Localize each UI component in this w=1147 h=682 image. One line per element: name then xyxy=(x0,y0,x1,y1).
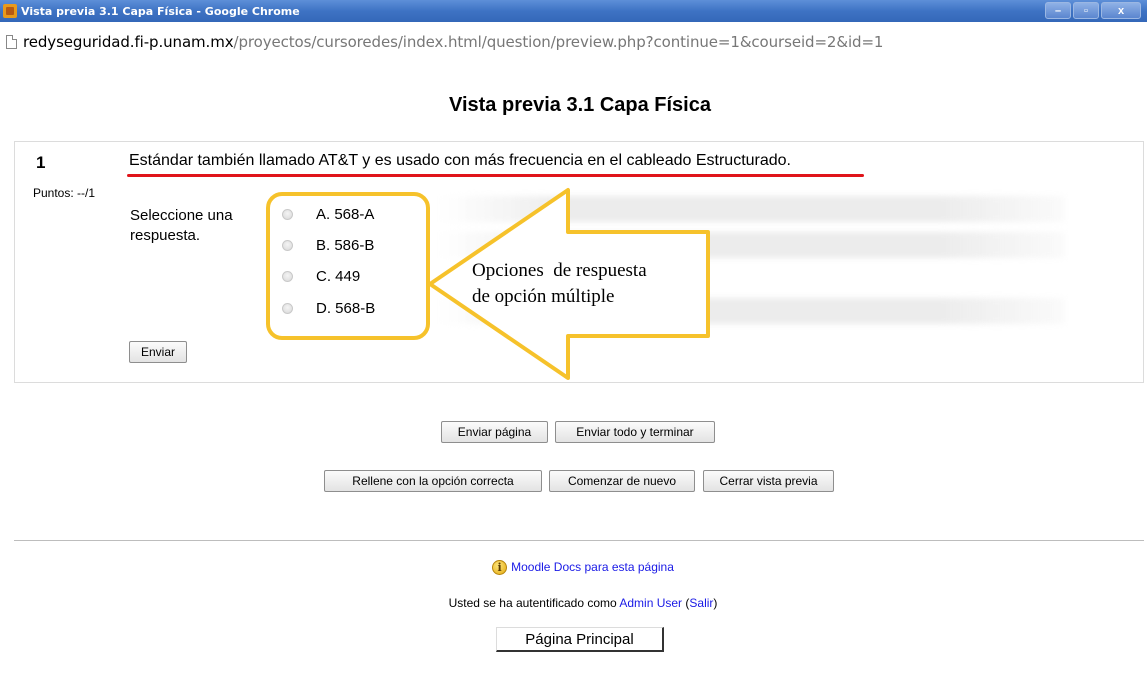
user-link[interactable]: Admin User xyxy=(619,596,682,610)
submit-answer-button[interactable]: Enviar xyxy=(129,341,187,363)
main-page-button[interactable]: Página Principal xyxy=(496,627,664,652)
info-icon: i xyxy=(492,560,508,576)
divider xyxy=(14,540,1144,541)
login-prefix: Usted se ha autentificado como xyxy=(448,596,620,610)
question-text: Estándar también llamado AT&T y es usado… xyxy=(129,152,791,169)
submit-all-button[interactable]: Enviar todo y terminar xyxy=(555,421,715,443)
logout-link[interactable]: Salir xyxy=(689,596,713,610)
minimize-button[interactable]: – xyxy=(1045,2,1071,19)
url-host: redyseguridad.fi-p.unam.mx xyxy=(23,33,234,51)
window-controls: – ▫ x xyxy=(1045,2,1141,19)
close-button[interactable]: x xyxy=(1101,2,1141,19)
question-points: Puntos: --/1 xyxy=(33,186,96,200)
address-bar[interactable]: redyseguridad.fi-p.unam.mx/proyectos/cur… xyxy=(0,22,1147,62)
page-icon xyxy=(6,35,17,49)
callout-text: Opciones de respuesta de opción múltiple xyxy=(472,258,647,310)
restart-button[interactable]: Comenzar de nuevo xyxy=(549,470,695,492)
window-titlebar: Vista previa 3.1 Capa Física - Google Ch… xyxy=(0,0,1147,22)
moodle-docs-link[interactable]: Moodle Docs para esta página xyxy=(511,560,674,574)
red-underline-annotation xyxy=(127,174,864,177)
question-number: 1 xyxy=(36,153,46,172)
login-info: Usted se ha autentificado como Admin Use… xyxy=(0,596,1147,610)
maximize-button[interactable]: ▫ xyxy=(1073,2,1099,19)
window-title: Vista previa 3.1 Capa Física - Google Ch… xyxy=(21,4,300,18)
page-title: Vista previa 3.1 Capa Física xyxy=(448,94,711,116)
callout-line-1: Opciones de respuesta xyxy=(472,260,647,281)
url-text[interactable]: redyseguridad.fi-p.unam.mx/proyectos/cur… xyxy=(23,33,883,51)
submit-page-button[interactable]: Enviar página xyxy=(441,421,548,443)
close-preview-button[interactable]: Cerrar vista previa xyxy=(703,470,834,492)
answer-prompt: Seleccione una respuesta. xyxy=(130,207,233,244)
docs-line: i Moodle Docs para esta página xyxy=(0,560,1147,576)
options-highlight-box xyxy=(266,192,430,340)
moodle-app-icon xyxy=(3,4,17,18)
close-paren: ) xyxy=(713,596,718,610)
fill-correct-button[interactable]: Rellene con la opción correcta xyxy=(324,470,542,492)
callout-line-2: de opción múltiple xyxy=(472,286,615,307)
url-path: /proyectos/cursoredes/index.html/questio… xyxy=(233,33,884,51)
